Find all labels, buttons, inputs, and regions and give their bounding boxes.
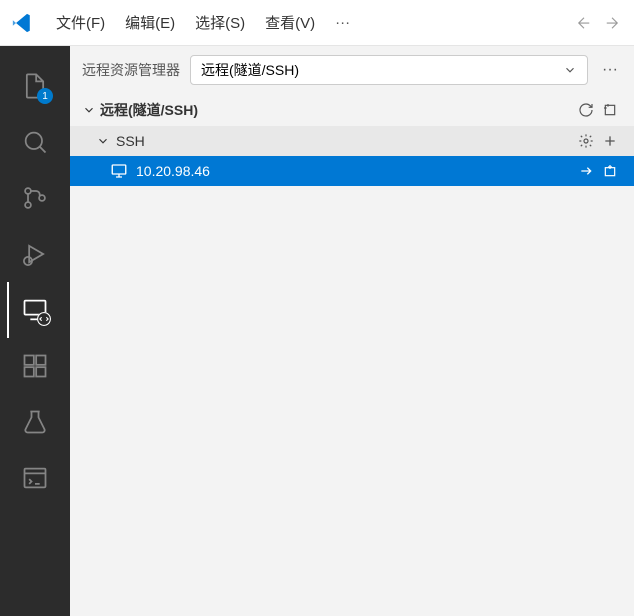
menu-more[interactable]: ··· [325, 10, 360, 35]
new-window-button[interactable] [598, 98, 622, 122]
activitybar-search[interactable] [7, 114, 63, 170]
plus-icon [602, 133, 618, 149]
section-label: 远程(隧道/SSH) [100, 100, 574, 120]
activitybar-extensions[interactable] [7, 338, 63, 394]
tree-group-label: SSH [116, 133, 574, 149]
sidebar-title: 远程资源管理器 [82, 60, 180, 80]
menu-file[interactable]: 文件(F) [46, 8, 115, 37]
activitybar-debug[interactable] [7, 226, 63, 282]
remote-type-dropdown[interactable]: 远程(隧道/SSH) [190, 55, 588, 85]
new-window-icon [602, 163, 618, 179]
dropdown-value: 远程(隧道/SSH) [201, 60, 299, 80]
activitybar-scm[interactable] [7, 170, 63, 226]
activitybar-remote-explorer[interactable] [7, 282, 63, 338]
section-header-remote[interactable]: 远程(隧道/SSH) [70, 94, 634, 126]
activitybar-testing[interactable] [7, 394, 63, 450]
nav-forward-button[interactable] [598, 9, 626, 37]
sidebar-more-button[interactable]: ··· [598, 57, 622, 83]
menu-view[interactable]: 查看(V) [255, 8, 325, 37]
chevron-down-icon [82, 103, 96, 117]
chevron-down-icon [563, 63, 577, 77]
tree-group-ssh[interactable]: SSH [70, 126, 634, 156]
refresh-button[interactable] [574, 98, 598, 122]
nav-back-button[interactable] [570, 9, 598, 37]
connect-current-window-button[interactable] [574, 159, 598, 183]
menu-selection[interactable]: 选择(S) [185, 8, 255, 37]
chevron-down-icon [96, 134, 110, 148]
connect-new-window-button[interactable] [598, 159, 622, 183]
arrow-right-icon [578, 163, 594, 179]
menu-edit[interactable]: 编辑(E) [115, 8, 185, 37]
configure-ssh-button[interactable] [574, 129, 598, 153]
monitor-icon [110, 162, 128, 180]
activitybar-explorer[interactable]: 1 [7, 58, 63, 114]
vscode-logo-icon [8, 9, 36, 37]
tree-host-label: 10.20.98.46 [136, 163, 574, 179]
gear-icon [578, 133, 594, 149]
explorer-badge: 1 [37, 88, 53, 104]
tree-host-row[interactable]: 10.20.98.46 [70, 156, 634, 186]
add-ssh-button[interactable] [598, 129, 622, 153]
activitybar-terminal[interactable] [7, 450, 63, 506]
